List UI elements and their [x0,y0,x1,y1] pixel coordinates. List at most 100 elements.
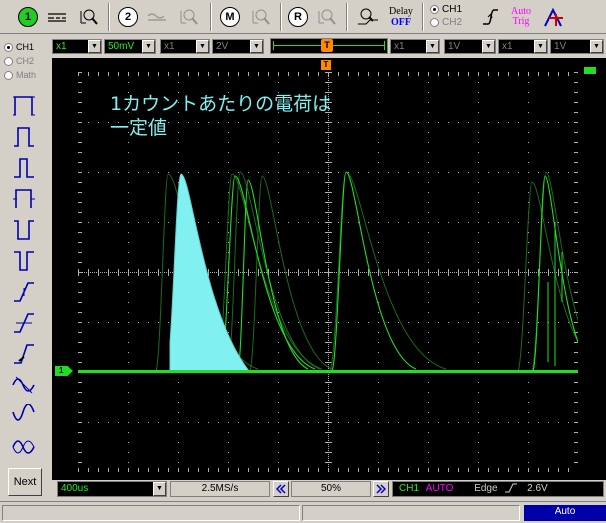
chevron-down-icon: ▼ [534,40,547,53]
trigger-time-marker: T [321,60,331,70]
toolbar-separator [210,3,212,31]
ch2-coupling-icon[interactable] [146,4,170,30]
status-pane [2,505,300,521]
trigger-ch1-radio[interactable]: CH1 [430,3,462,16]
radio-dot [430,5,439,14]
annotation-line1: 1カウントあたりの電荷は [110,93,331,115]
auto-set-icon[interactable] [540,4,566,30]
oscilloscope-window: 1 2 M R Delay OFF CH1 CH2 Auto Trig x1 ▼… [0,0,606,523]
radio-dot [4,56,13,66]
ch1-level-marker-label: 1 [59,366,64,375]
fall-time-icon[interactable] [10,309,38,337]
trigger-ch1-label: CH1 [442,4,463,15]
reference-button-label: R [288,7,308,27]
chevron-down-icon: ▼ [426,40,439,53]
trigger-pos-right-button[interactable] [373,481,389,497]
pulse-negative-icon[interactable] [10,216,38,244]
pulse-medium-icon[interactable] [10,123,38,151]
sine-rms-icon[interactable] [10,433,38,461]
trigger-time-marker-label: T [323,60,329,69]
sine-mean-icon[interactable] [10,402,38,430]
ref-zoom-icon[interactable] [316,4,338,30]
status-mode: Auto [524,505,606,521]
trigger-pos-value: 50% [320,483,341,494]
edge-marker-icon[interactable] [10,340,38,368]
ch1-vdiv-value: 50mV [108,41,135,52]
delay-zoom-icon[interactable] [356,4,380,30]
ch1-probe-value: x1 [56,41,67,52]
reference-button[interactable]: R [288,4,308,30]
toolbar-separator [346,3,348,31]
trigger-position-handle-label: T [324,40,330,50]
delay-label: Delay [389,6,413,17]
pulse-wide-icon[interactable] [10,92,38,120]
auto-trig-line2: Trig [512,16,530,27]
channel2-button[interactable]: 2 [118,4,138,30]
status-mode-label: Auto [554,506,576,517]
chevron-down-icon: ▼ [142,40,155,53]
rise-time-icon[interactable] [10,278,38,306]
display-ch2-label: CH2 [16,56,35,66]
trigger-pos-display: 50% [291,481,371,497]
trigger-position-handle[interactable]: T [321,39,333,52]
timebase-bar: 400us ▼ 2.5MS/s 50% CH1 AUTO Edge 2.6V [52,480,606,498]
trigger-position-slider[interactable]: T [270,38,388,54]
auto-trig-button[interactable]: Auto Trig [506,4,536,30]
chevron-down-icon: ▼ [88,40,101,53]
ch2-vdiv-select[interactable]: 2V ▼ [212,39,264,54]
status-bar: Auto [0,501,606,523]
trig-level-value: 2.6V [527,483,548,494]
trigger-pos-left-button[interactable] [273,481,289,497]
math-vdiv2-value: 1V [554,41,567,52]
math-probe2-select[interactable]: x1 ▼ [498,39,548,54]
scope-screen[interactable]: 1カウントあたりの電荷は 一定値 [78,72,578,472]
trigger-level-marker[interactable] [583,66,597,75]
delay-button[interactable]: Delay OFF [384,4,418,30]
pulse-narrow-icon[interactable] [10,247,38,275]
math-probe1-select[interactable]: x1 ▼ [390,39,440,54]
math-vdiv1-select[interactable]: 1V ▼ [444,39,496,54]
display-ch2-radio[interactable]: CH2 [4,56,34,66]
ch1-zoom-icon[interactable] [78,4,100,30]
ch1-probe-select[interactable]: x1 ▼ [52,39,102,54]
display-ch1-radio[interactable]: CH1 [4,42,34,52]
next-button[interactable]: Next [8,468,42,496]
ch2-zoom-icon[interactable] [178,4,200,30]
ch1-coupling-icon[interactable] [46,4,68,30]
channel1-button-label: 1 [18,7,38,27]
math-button-label: M [220,7,240,27]
ch1-vdiv-select[interactable]: 50mV ▼ [104,39,156,54]
status-pane [302,505,520,521]
math-vdiv1-value: 1V [448,41,461,52]
display-math-radio[interactable]: Math [4,70,36,80]
channel1-button[interactable]: 1 [18,4,38,30]
math-button[interactable]: M [220,4,240,30]
ch2-probe-value: x1 [164,41,175,52]
left-panel: CH1 CH2 Math Next [0,38,48,523]
sample-rate-value: 2.5MS/s [201,483,239,494]
trigger-ch2-label: CH2 [442,17,463,28]
timebase-select[interactable]: 400us ▼ [57,481,167,497]
pulse-arrow-icon[interactable] [10,185,38,213]
trig-type-value: Edge [474,483,498,494]
timebase-value: 400us [61,483,89,494]
trig-source-value: CH1 [399,483,420,494]
display-ch1-label: CH1 [16,42,35,52]
annotation-line2: 一定値 [110,117,167,139]
math-probe2-value: x1 [502,41,513,52]
ch2-probe-select[interactable]: x1 ▼ [160,39,210,54]
double-left-arrow-icon [276,484,286,494]
chevron-down-icon: ▼ [482,40,495,53]
trigger-ch2-radio[interactable]: CH2 [430,16,462,29]
pulse-positive-icon[interactable] [10,154,38,182]
math-vdiv2-select[interactable]: 1V ▼ [550,39,604,54]
math-zoom-icon[interactable] [250,4,272,30]
rising-edge-icon [505,483,518,493]
sine-peak-icon[interactable] [10,371,38,399]
radio-dot [4,70,13,80]
chevron-down-icon: ▼ [153,482,166,496]
display-math-label: Math [16,70,37,80]
chevron-down-icon: ▼ [590,40,603,53]
toolbar: 1 2 M R Delay OFF CH1 CH2 Auto Trig [0,0,606,34]
trigger-slope-icon[interactable] [478,4,502,30]
